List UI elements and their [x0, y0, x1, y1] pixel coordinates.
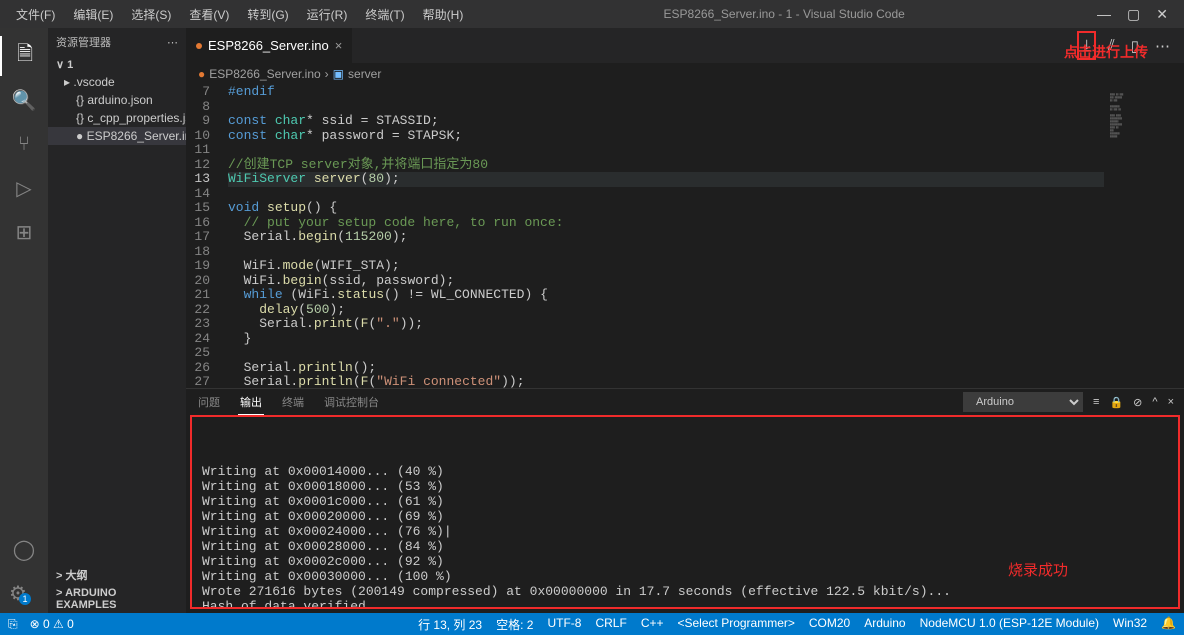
chevron-up-icon[interactable]: ^: [1152, 396, 1157, 408]
file-tree-item[interactable]: {} c_cpp_properties.json: [48, 109, 186, 127]
code-content[interactable]: #endif const char* ssid = STASSID;const …: [224, 85, 1104, 388]
menu-item[interactable]: 帮助(H): [415, 2, 472, 27]
editor-tab[interactable]: ESP8266_Server.ino ×: [186, 28, 353, 63]
status-item[interactable]: Win32: [1113, 616, 1147, 633]
code-editor[interactable]: 789101112131415161718192021222324252627 …: [186, 85, 1184, 388]
sidebar-title: 资源管理器: [56, 34, 111, 50]
file-tree-item[interactable]: ▸ .vscode: [48, 73, 186, 91]
list-icon[interactable]: ≡: [1093, 396, 1099, 408]
outline-section[interactable]: > 大纲: [48, 565, 186, 585]
status-item[interactable]: 空格: 2: [496, 616, 533, 633]
root-folder[interactable]: ∨ 1: [48, 56, 186, 73]
panel-tab[interactable]: 输出: [238, 390, 264, 415]
status-item[interactable]: 🔔: [1161, 616, 1176, 633]
output-channel-select[interactable]: Arduino: [963, 392, 1083, 412]
panel-tab[interactable]: 终端: [280, 390, 306, 414]
gear-icon[interactable]: ⚙1: [0, 573, 48, 613]
problems-status[interactable]: ⊗ 0 ⚠ 0: [30, 617, 74, 631]
status-bar: ⎘ ⊗ 0 ⚠ 0 行 13, 列 23 空格: 2 UTF-8 CRLF C++ <Se…: [0, 613, 1184, 635]
extensions-icon[interactable]: ⊞: [0, 212, 48, 252]
upload-annotation: 点击进行上传: [1064, 42, 1148, 62]
arduino-examples-section[interactable]: > ARDUINO EXAMPLES: [48, 585, 186, 613]
activity-bar: 🗎 🔍 ⑂ ▷ ⊞ ◯ ⚙1: [0, 28, 48, 613]
file-tree: ▸ .vscode{} arduino.json{} c_cpp_propert…: [48, 73, 186, 145]
menu-bar: 文件(F)编辑(E)选择(S)查看(V)转到(G)运行(R)终端(T)帮助(H): [8, 2, 471, 27]
maximize-icon[interactable]: ▢: [1127, 6, 1140, 23]
menu-item[interactable]: 终端(T): [357, 2, 412, 27]
panel-tab[interactable]: 调试控制台: [322, 390, 381, 414]
remote-icon[interactable]: ⎘: [8, 617, 18, 632]
clear-icon[interactable]: ⊘: [1133, 396, 1142, 409]
line-gutter: 789101112131415161718192021222324252627: [186, 85, 224, 388]
status-item[interactable]: UTF-8: [547, 616, 581, 633]
menu-item[interactable]: 运行(R): [299, 2, 356, 27]
tab-close-icon[interactable]: ×: [335, 38, 343, 53]
bottom-panel: 问题输出终端调试控制台 Arduino ≡ 🔒 ⊘ ^ × 烧录成功 Writi…: [186, 388, 1184, 613]
minimize-icon[interactable]: —: [1097, 6, 1111, 23]
menu-item[interactable]: 转到(G): [239, 2, 296, 27]
status-item[interactable]: Arduino: [864, 616, 905, 633]
panel-close-icon[interactable]: ×: [1168, 396, 1174, 408]
menu-item[interactable]: 查看(V): [181, 2, 237, 27]
panel-tabs: 问题输出终端调试控制台 Arduino ≡ 🔒 ⊘ ^ ×: [186, 389, 1184, 415]
source-control-icon[interactable]: ⑂: [0, 124, 48, 164]
menu-item[interactable]: 文件(F): [8, 2, 63, 27]
status-item[interactable]: C++: [641, 616, 664, 633]
search-icon[interactable]: 🔍: [0, 80, 48, 120]
titlebar: 文件(F)编辑(E)选择(S)查看(V)转到(G)运行(R)终端(T)帮助(H)…: [0, 0, 1184, 28]
status-item[interactable]: 行 13, 列 23: [418, 616, 482, 633]
file-tree-item-active[interactable]: ● ESP8266_Server.ino: [48, 127, 186, 145]
sidebar-header: 资源管理器 ⋯: [48, 28, 186, 56]
panel-tab[interactable]: 问题: [196, 390, 222, 414]
tab-label: ESP8266_Server.ino: [208, 38, 329, 53]
more-actions-icon[interactable]: ⋯: [1151, 33, 1174, 59]
run-debug-icon[interactable]: ▷: [0, 168, 48, 208]
window-title: ESP8266_Server.ino - 1 - Visual Studio C…: [471, 7, 1097, 21]
more-icon[interactable]: ⋯: [167, 36, 178, 49]
breadcrumb[interactable]: ● ESP8266_Server.ino › ▣ server: [186, 63, 1184, 85]
output-content[interactable]: 烧录成功 Writing at 0x00014000... (40 %)Writ…: [190, 415, 1180, 609]
explorer-sidebar: 资源管理器 ⋯ ∨ 1 ▸ .vscode{} arduino.json{} c…: [48, 28, 186, 613]
status-item[interactable]: CRLF: [595, 616, 626, 633]
status-item[interactable]: <Select Programmer>: [678, 616, 795, 633]
editor-tabs: ESP8266_Server.ino × ⤓ ⫽ ▯ ⋯: [186, 28, 1184, 63]
account-icon[interactable]: ◯: [0, 529, 48, 569]
success-annotation: 烧录成功: [1008, 559, 1068, 580]
file-tree-item[interactable]: {} arduino.json: [48, 91, 186, 109]
status-item[interactable]: NodeMCU 1.0 (ESP-12E Module): [920, 616, 1099, 633]
breadcrumb-symbol[interactable]: server: [348, 67, 381, 81]
status-item[interactable]: COM20: [809, 616, 850, 633]
breadcrumb-file[interactable]: ESP8266_Server.ino: [209, 67, 320, 81]
menu-item[interactable]: 编辑(E): [65, 2, 121, 27]
file-type-icon: [196, 43, 202, 49]
explorer-icon[interactable]: 🗎: [0, 36, 48, 76]
minimap[interactable]: ████ ██ ██████ ████████ █████████████ ██…: [1104, 85, 1184, 388]
close-icon[interactable]: ✕: [1156, 6, 1168, 23]
menu-item[interactable]: 选择(S): [123, 2, 179, 27]
window-controls: — ▢ ✕: [1097, 6, 1176, 23]
lock-icon[interactable]: 🔒: [1109, 396, 1123, 409]
editor-area: ESP8266_Server.ino × ⤓ ⫽ ▯ ⋯ 点击进行上传 ● ES…: [186, 28, 1184, 613]
